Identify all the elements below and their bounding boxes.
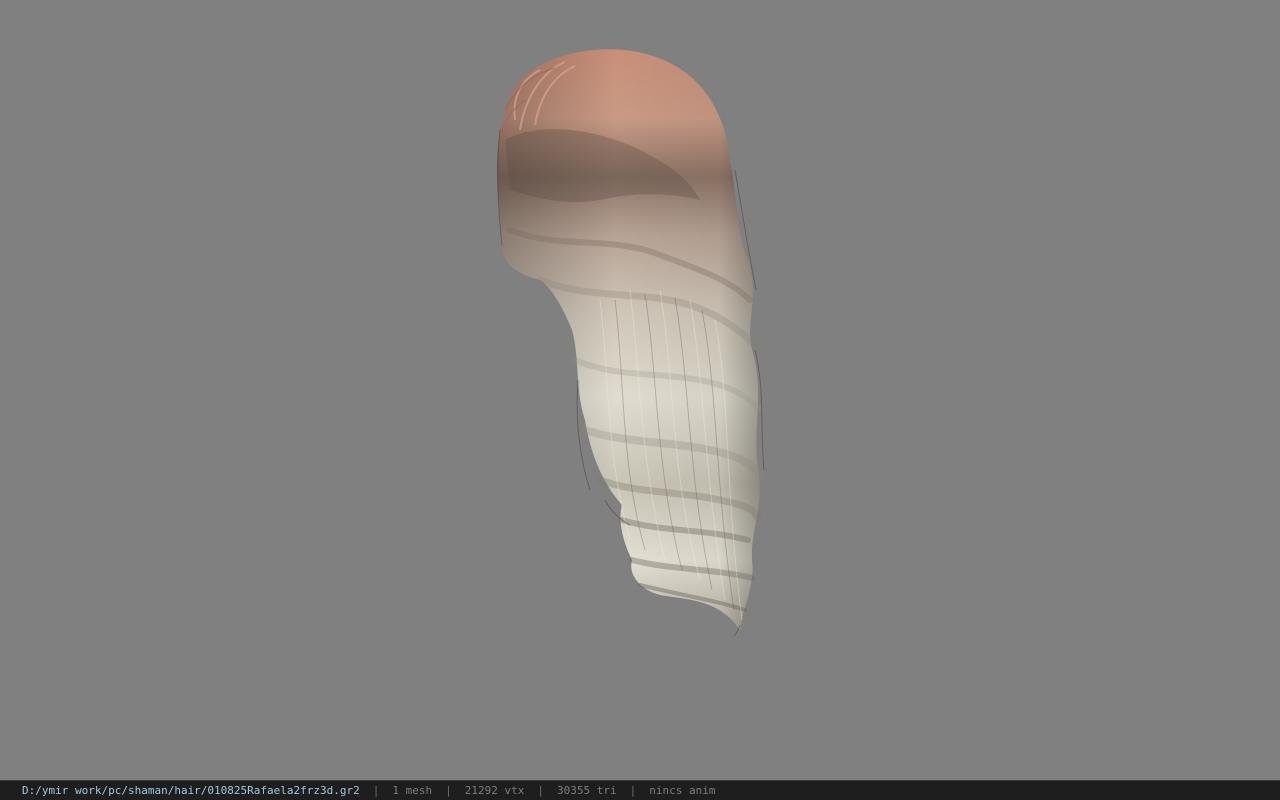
separator: | xyxy=(629,784,637,797)
status-bar: D:/ymir work/pc/shaman/hair/010825Rafael… xyxy=(0,780,1280,800)
hair-model-render[interactable] xyxy=(0,0,1280,780)
hair-mesh xyxy=(496,49,765,637)
separator: | xyxy=(537,784,544,797)
triangle-count: 30355 tri xyxy=(557,784,617,797)
mesh-count: 1 mesh xyxy=(392,784,433,797)
separator: | xyxy=(372,784,380,797)
file-path: D:/ymir work/pc/shaman/hair/010825Rafael… xyxy=(22,784,360,797)
vertex-count: 21292 vtx xyxy=(464,784,525,797)
animation-status: nincs anim xyxy=(649,784,716,797)
separator: | xyxy=(445,784,452,797)
3d-viewport[interactable] xyxy=(0,0,1280,780)
